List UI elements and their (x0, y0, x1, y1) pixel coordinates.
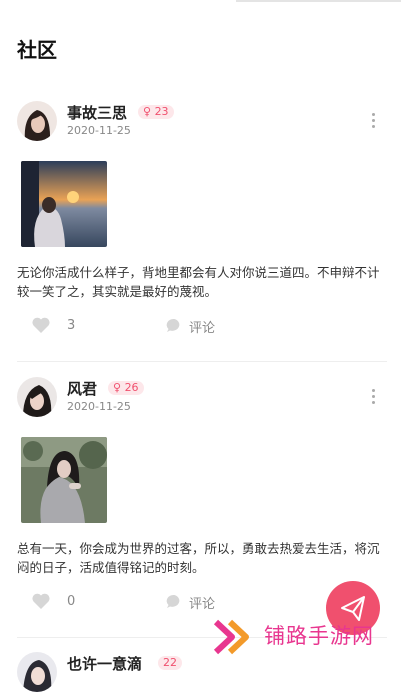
comment-button[interactable]: 评论 (189, 593, 215, 612)
comment-icon[interactable] (166, 318, 183, 333)
like-count: 0 (67, 594, 76, 609)
comment-button[interactable]: 评论 (189, 317, 215, 336)
heart-icon[interactable] (31, 592, 51, 610)
post-content: 无论你活成什么样子，背地里都会有人对你说三道四。不申辩不计较一笑了之，其实就是最… (17, 265, 380, 299)
post-date: 2020-11-25 (67, 124, 131, 137)
female-icon: ♀ (113, 381, 122, 394)
username[interactable]: 风君 (67, 378, 97, 399)
avatar[interactable] (17, 652, 57, 692)
post-date: 2020-11-25 (67, 400, 131, 413)
watermark: 铺路手游网 (212, 612, 401, 661)
comment-icon[interactable] (166, 594, 183, 609)
watermark-logo-icon (213, 619, 249, 655)
female-icon: ♀ (143, 105, 152, 118)
age-value: 23 (154, 105, 169, 118)
more-options-icon[interactable] (368, 387, 378, 407)
post-content: 总有一天，你会成为世界的过客，所以，勇敢去热爱去生活，将沉闷的日子，活成值得铭记… (17, 541, 380, 575)
top-divider (236, 0, 401, 2)
username[interactable]: 事故三思 (67, 102, 127, 123)
post-photo[interactable] (21, 161, 107, 247)
gender-age-badge: 22 (158, 656, 182, 670)
post-divider (17, 361, 387, 362)
watermark-text: 铺路手游网 (264, 624, 374, 648)
age-value: 22 (163, 656, 177, 669)
more-options-icon[interactable] (368, 111, 378, 131)
gender-age-badge: ♀ 26 (108, 381, 144, 395)
gender-age-badge: ♀ 23 (138, 105, 174, 119)
post-photo[interactable] (21, 437, 107, 523)
username[interactable]: 也许一意滴 (67, 653, 142, 674)
age-value: 26 (124, 381, 139, 394)
heart-icon[interactable] (31, 316, 51, 334)
avatar[interactable] (17, 377, 57, 417)
like-count: 3 (67, 318, 76, 333)
avatar[interactable] (17, 101, 57, 141)
page-title: 社区 (17, 38, 57, 62)
